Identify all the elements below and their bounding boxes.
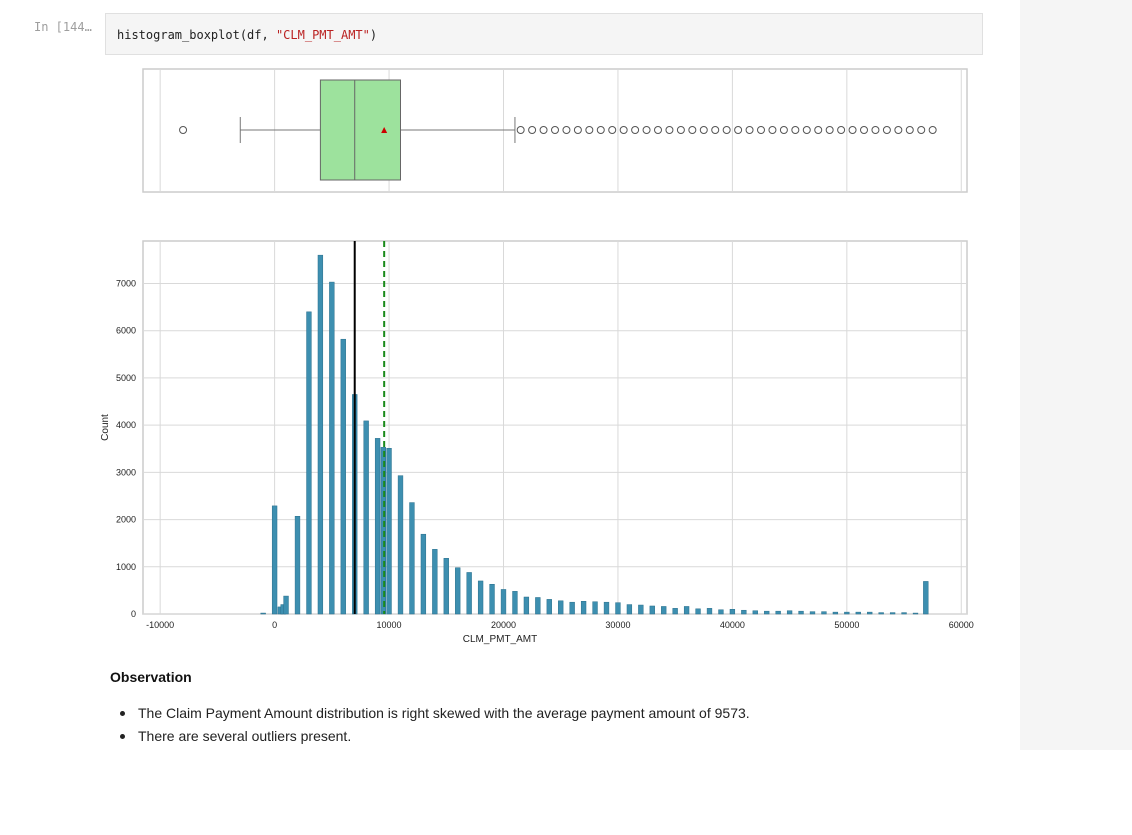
x-tick-label: 40000: [720, 620, 745, 630]
histogram-bar: [752, 610, 758, 615]
boxplot-chart: [142, 68, 968, 193]
histogram-bar: [546, 599, 552, 615]
histogram-bar: [443, 558, 449, 615]
histogram-bar: [706, 608, 713, 615]
y-tick-label: 3000: [116, 467, 136, 477]
x-tick-label: 0: [272, 620, 277, 630]
observation-list: The Claim Payment Amount distribution is…: [118, 702, 750, 748]
histogram-bar: [580, 601, 587, 615]
histogram-bar: [844, 611, 850, 615]
observation-item: The Claim Payment Amount distribution is…: [118, 702, 750, 725]
x-tick-label: 20000: [491, 620, 516, 630]
code-string-arg: "CLM_PMT_AMT": [275, 28, 370, 42]
histogram-bar: [466, 572, 472, 615]
x-axis-label: CLM_PMT_AMT: [463, 634, 537, 645]
histogram-bar: [340, 338, 346, 615]
histogram-bar: [661, 606, 667, 615]
code-line: histogram_boxplot(df, "CLM_PMT_AMT"): [117, 28, 377, 42]
observation-item: There are several outliers present.: [118, 725, 750, 748]
code-args-open: (df,: [239, 28, 276, 42]
histogram-bar: [455, 567, 461, 615]
histogram-bar: [889, 612, 896, 615]
histogram-bar: [809, 611, 816, 615]
histogram-bar: [420, 533, 427, 615]
code-cell-input[interactable]: histogram_boxplot(df, "CLM_PMT_AMT"): [105, 13, 983, 55]
cell-prompt: In [144…: [34, 20, 92, 34]
histogram-bar: [923, 581, 929, 615]
histogram-bar: [764, 610, 770, 615]
x-tick-label: 10000: [377, 620, 402, 630]
histogram-bar: [798, 610, 804, 615]
histogram-bar: [260, 612, 266, 615]
histogram-bar: [512, 591, 518, 615]
y-tick-label: 5000: [116, 373, 136, 383]
observation-title: Observation: [110, 669, 192, 685]
histogram-bar: [867, 611, 873, 615]
y-tick-label: 4000: [116, 420, 136, 430]
histogram-bar: [832, 611, 839, 615]
histogram-bar: [729, 609, 736, 615]
histogram-bar: [317, 254, 324, 615]
histogram-bar: [523, 596, 530, 615]
histogram-bar: [855, 611, 861, 615]
y-tick-label: 2000: [116, 515, 136, 525]
code-function: histogram_boxplot: [117, 28, 240, 42]
histogram-bar: [649, 605, 655, 615]
histogram-bar: [775, 610, 781, 615]
y-tick-label: 6000: [116, 326, 136, 336]
histogram-bar: [432, 549, 438, 615]
histogram-bar: [901, 612, 907, 615]
histogram-bar: [878, 612, 884, 615]
histogram-bar: [592, 601, 598, 615]
y-tick-label: 1000: [116, 562, 136, 572]
x-tick-label: 30000: [605, 620, 630, 630]
histogram-bar: [683, 606, 690, 615]
histogram-bar: [741, 609, 747, 615]
y-tick-label: 7000: [116, 278, 136, 288]
histogram-bar: [695, 608, 701, 615]
histogram-bar: [603, 601, 610, 615]
histogram-bar: [786, 610, 793, 615]
histogram-bar: [626, 604, 633, 615]
right-gutter: [1020, 0, 1132, 750]
x-tick-label: 60000: [949, 620, 974, 630]
y-axis-label: Count: [100, 414, 111, 441]
histogram-bar: [306, 311, 312, 615]
histogram-bar: [386, 448, 392, 615]
histogram-bar: [500, 589, 507, 615]
boxplot-box: [319, 79, 401, 181]
histogram-bar: [821, 611, 827, 615]
histogram-bar: [638, 604, 644, 615]
histogram-bar: [294, 516, 301, 615]
histogram-bar: [397, 475, 404, 615]
x-tick-label: -10000: [146, 620, 174, 630]
histogram-bar: [535, 597, 541, 615]
histogram-bar: [329, 281, 335, 615]
histogram-bar: [912, 612, 919, 615]
histogram-bar: [477, 580, 484, 615]
histogram-bar: [672, 608, 678, 615]
x-tick-label: 50000: [834, 620, 859, 630]
code-args-close: ): [369, 28, 378, 42]
histogram-bar: [363, 420, 369, 615]
histogram-bar: [409, 502, 415, 615]
histogram-bar: [271, 505, 278, 615]
histogram-bar: [615, 602, 621, 615]
histogram-bar: [374, 438, 381, 615]
histogram-bar: [489, 584, 495, 615]
histogram-bar: [718, 609, 724, 615]
histogram-frame: [142, 240, 968, 615]
histogram-bar: [569, 601, 575, 615]
histogram-bar: [558, 600, 564, 615]
histogram-bar: [283, 595, 289, 615]
y-tick-label: 0: [131, 609, 136, 619]
cell-output: -10000 0 10000 20000 30000 40000 50000 60000 0 10…: [0, 60, 1020, 750]
